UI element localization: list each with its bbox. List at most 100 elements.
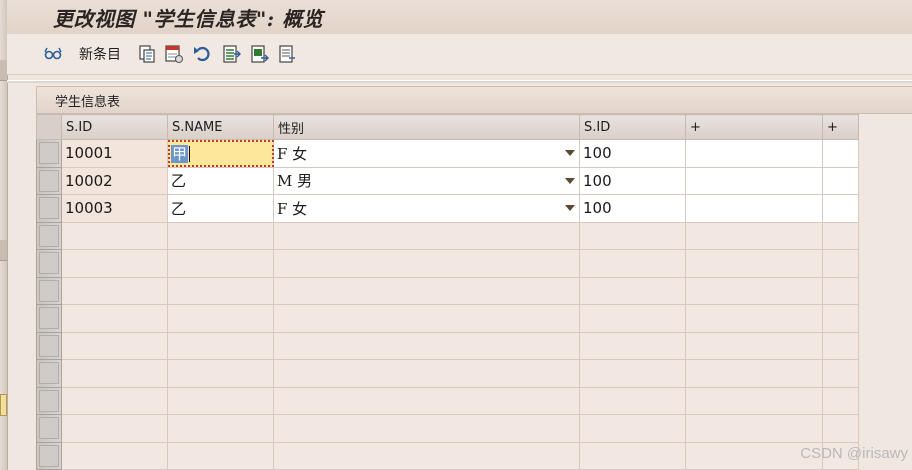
empty-cell[interactable] — [61, 386, 168, 415]
empty-cell[interactable] — [579, 249, 686, 278]
empty-cell[interactable] — [685, 221, 823, 250]
row-selector[interactable] — [36, 441, 62, 470]
empty-cell[interactable] — [61, 441, 168, 470]
empty-cell[interactable] — [822, 414, 859, 443]
empty-cell[interactable] — [61, 276, 168, 305]
row-selector[interactable] — [36, 386, 62, 415]
empty-cell[interactable] — [167, 249, 274, 278]
empty-cell[interactable] — [167, 359, 274, 388]
delete-button[interactable] — [164, 43, 184, 65]
empty-cell[interactable] — [822, 249, 859, 278]
empty-cell[interactable] — [61, 304, 168, 333]
empty-cell[interactable] — [685, 249, 823, 278]
empty-cell[interactable] — [273, 276, 580, 305]
row-selector[interactable] — [36, 359, 62, 388]
empty-cell[interactable] — [61, 414, 168, 443]
empty-cell[interactable] — [685, 304, 823, 333]
select-all-button[interactable] — [221, 43, 241, 65]
empty-cell[interactable] — [579, 304, 686, 333]
row-selector[interactable] — [36, 249, 62, 278]
dropdown-arrow-icon[interactable] — [565, 150, 575, 157]
empty-cell[interactable] — [273, 414, 580, 443]
row-selector[interactable] — [36, 221, 62, 250]
empty-cell[interactable] — [273, 359, 580, 388]
empty-cell[interactable] — [167, 386, 274, 415]
undo-change-button[interactable] — [192, 43, 212, 65]
empty-cell[interactable] — [685, 166, 823, 195]
empty-cell[interactable] — [167, 414, 274, 443]
empty-cell[interactable] — [579, 441, 686, 470]
left-tab-highlight[interactable] — [0, 394, 7, 416]
hidden-column-header[interactable]: + — [822, 114, 859, 140]
empty-cell[interactable] — [822, 276, 859, 305]
dropdown-arrow-icon[interactable] — [565, 205, 575, 212]
empty-cell[interactable] — [273, 386, 580, 415]
new-entries-button[interactable]: 新条目 — [77, 43, 121, 65]
hidden-column-header[interactable]: + — [685, 114, 823, 140]
empty-cell[interactable] — [273, 221, 580, 250]
row-selector[interactable] — [36, 331, 62, 360]
row-selector[interactable] — [36, 304, 62, 333]
empty-cell[interactable] — [685, 276, 823, 305]
dropdown-arrow-icon[interactable] — [565, 177, 575, 184]
empty-cell[interactable] — [579, 331, 686, 360]
column-header[interactable]: S.ID — [61, 114, 168, 140]
empty-cell[interactable] — [822, 221, 859, 250]
row-selector[interactable] — [36, 166, 62, 195]
gender-dropdown[interactable]: F 女 — [273, 139, 580, 168]
empty-cell[interactable] — [167, 331, 274, 360]
empty-cell[interactable] — [822, 386, 859, 415]
copy-as-button[interactable] — [137, 43, 157, 65]
left-tab[interactable] — [0, 60, 7, 81]
id-cell[interactable]: 10003 — [61, 194, 168, 223]
empty-cell[interactable] — [579, 221, 686, 250]
empty-cell[interactable] — [61, 249, 168, 278]
select-block-button[interactable] — [249, 43, 269, 65]
row-selector[interactable] — [36, 276, 62, 305]
empty-cell[interactable] — [822, 304, 859, 333]
empty-cell[interactable] — [273, 441, 580, 470]
sid-cell[interactable]: 100 — [579, 139, 686, 168]
empty-cell[interactable] — [685, 386, 823, 415]
sid-cell[interactable]: 100 — [579, 166, 686, 195]
empty-cell[interactable] — [273, 331, 580, 360]
empty-cell[interactable] — [822, 139, 859, 168]
sid-cell[interactable]: 100 — [579, 194, 686, 223]
empty-cell[interactable] — [579, 359, 686, 388]
select-all-rows-button[interactable] — [36, 114, 62, 140]
deselect-all-button[interactable] — [277, 43, 297, 65]
empty-cell[interactable] — [685, 331, 823, 360]
empty-cell[interactable] — [167, 441, 274, 470]
column-header[interactable]: S.ID — [579, 114, 686, 140]
row-selector[interactable] — [36, 194, 62, 223]
id-cell[interactable]: 10002 — [61, 166, 168, 195]
empty-cell[interactable] — [822, 359, 859, 388]
empty-cell[interactable] — [61, 221, 168, 250]
empty-cell[interactable] — [167, 221, 274, 250]
empty-cell[interactable] — [579, 276, 686, 305]
row-selector[interactable] — [36, 139, 62, 168]
name-input[interactable]: 乙 — [167, 194, 274, 223]
empty-cell[interactable] — [685, 139, 823, 168]
empty-cell[interactable] — [61, 359, 168, 388]
column-header[interactable]: 性别 — [273, 114, 580, 140]
gender-dropdown[interactable]: F 女 — [273, 194, 580, 223]
empty-cell[interactable] — [685, 414, 823, 443]
empty-cell[interactable] — [685, 359, 823, 388]
empty-cell[interactable] — [822, 331, 859, 360]
column-header[interactable]: S.NAME — [167, 114, 274, 140]
empty-cell[interactable] — [685, 194, 823, 223]
empty-cell[interactable] — [579, 386, 686, 415]
empty-cell[interactable] — [167, 276, 274, 305]
name-input[interactable]: 甲 — [167, 139, 274, 168]
empty-cell[interactable] — [822, 166, 859, 195]
name-input[interactable]: 乙 — [167, 166, 274, 195]
row-selector[interactable] — [36, 414, 62, 443]
gender-dropdown[interactable]: M 男 — [273, 166, 580, 195]
empty-cell[interactable] — [273, 304, 580, 333]
empty-cell[interactable] — [61, 331, 168, 360]
empty-cell[interactable] — [579, 414, 686, 443]
empty-cell[interactable] — [167, 304, 274, 333]
empty-cell[interactable] — [273, 249, 580, 278]
id-cell[interactable]: 10001 — [61, 139, 168, 168]
